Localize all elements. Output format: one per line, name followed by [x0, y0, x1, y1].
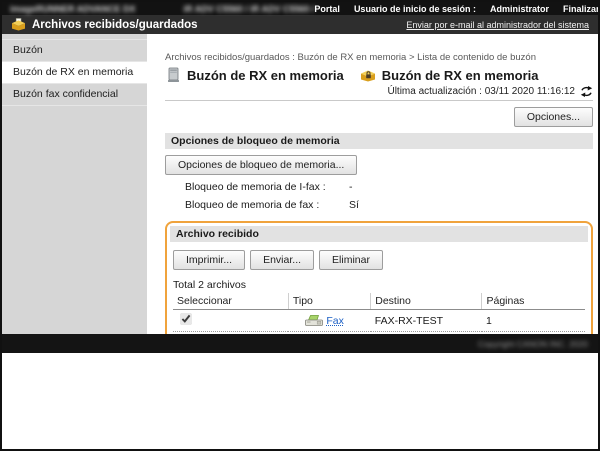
total-files-text: Total 2 archivos — [173, 279, 588, 291]
logout-link[interactable]: Finalizar sesión — [563, 4, 600, 14]
device-icon — [165, 67, 181, 83]
breadcrumb: Archivos recibidos/guardados : Buzón de … — [165, 52, 593, 63]
below-page-area — [2, 353, 598, 449]
device-name: imageRUNNER ADVANCE DX — [10, 4, 136, 14]
received-files-table: Seleccionar Tipo Destino Páginas — [173, 293, 585, 334]
footer-bar: Copyright CANON INC. 2020 — [2, 334, 598, 353]
received-file-header: Archivo recibido — [170, 226, 588, 242]
fax-type-link[interactable]: Fax — [326, 315, 344, 327]
received-file-section: Archivo recibido Imprimir... Enviar... E… — [165, 221, 593, 334]
col-header-destination: Destino — [371, 293, 482, 310]
portal-link[interactable]: Portal — [314, 4, 340, 14]
row-checkbox[interactable] — [180, 313, 192, 325]
login-user-label: Usuario de inicio de sesión : — [354, 4, 476, 14]
col-header-select: Seleccionar — [173, 293, 288, 310]
title-bar: Archivos recibidos/guardados Enviar por … — [2, 15, 598, 34]
fax-lock-label: Bloqueo de memoria de fax : — [185, 199, 337, 211]
box-title-name: Buzón de RX en memoria — [382, 68, 539, 83]
last-update-row: Última actualización : 03/11 2020 11:16:… — [165, 86, 593, 97]
last-update-text: Última actualización : 03/11 2020 11:16:… — [387, 86, 575, 97]
memory-lock-options-button[interactable]: Opciones de bloqueo de memoria... — [165, 155, 357, 175]
col-header-type: Tipo — [288, 293, 370, 310]
box-title-device: Buzón de RX en memoria — [187, 68, 344, 83]
fax-icon — [304, 313, 324, 328]
delete-button[interactable]: Eliminar — [319, 250, 383, 270]
box-title-row: Buzón de RX en memoria Buzón de RX en me… — [165, 67, 593, 83]
options-button[interactable]: Opciones... — [514, 107, 593, 127]
ifax-lock-label: Bloqueo de memoria de I-fax : — [185, 181, 337, 193]
top-bar: imageRUNNER ADVANCE DX iR ADV C5560 / iR… — [2, 2, 598, 15]
copyright-text: Copyright CANON INC. 2020 — [478, 339, 588, 349]
table-row: Fax FAX-RX-TEST 1 — [173, 310, 585, 332]
mail-admin-link[interactable]: Enviar por e-mail al administrador del s… — [406, 20, 589, 30]
remote-ui-window: imageRUNNER ADVANCE DX iR ADV C5560 / iR… — [0, 0, 600, 451]
login-user-name[interactable]: Administrator — [490, 4, 549, 14]
main-panel: Archivos recibidos/guardados : Buzón de … — [147, 34, 598, 334]
send-button[interactable]: Enviar... — [250, 250, 314, 270]
sidebar: Buzón Buzón de RX en memoria Buzón fax c… — [2, 34, 147, 334]
pages-cell: 1 — [482, 310, 585, 332]
fax-lock-value: Sí — [349, 199, 359, 211]
ifax-lock-row: Bloqueo de memoria de I-fax : - — [165, 181, 593, 193]
refresh-icon[interactable] — [580, 86, 593, 97]
memory-lock-header: Opciones de bloqueo de memoria — [165, 133, 593, 149]
sidebar-item-buzon-rx-memoria[interactable]: Buzón de RX en memoria — [2, 62, 147, 84]
inbox-icon — [11, 18, 26, 31]
ifax-lock-value: - — [349, 181, 353, 193]
destination-cell: FAX-RX-TEST — [371, 310, 482, 332]
page-title: Archivos recibidos/guardados — [32, 19, 198, 31]
fax-lock-row: Bloqueo de memoria de fax : Sí — [165, 199, 593, 211]
print-button[interactable]: Imprimir... — [173, 250, 245, 270]
sidebar-item-buzon-fax-confidencial[interactable]: Buzón fax confidencial — [2, 84, 147, 106]
col-header-pages: Páginas — [482, 293, 585, 310]
device-models: iR ADV C5560 / iR ADV C5560 / — [184, 4, 315, 14]
divider — [165, 100, 593, 101]
sidebar-item-buzon[interactable]: Buzón — [2, 39, 147, 62]
memory-box-icon — [360, 68, 376, 82]
content-area: Buzón Buzón de RX en memoria Buzón fax c… — [2, 34, 598, 334]
